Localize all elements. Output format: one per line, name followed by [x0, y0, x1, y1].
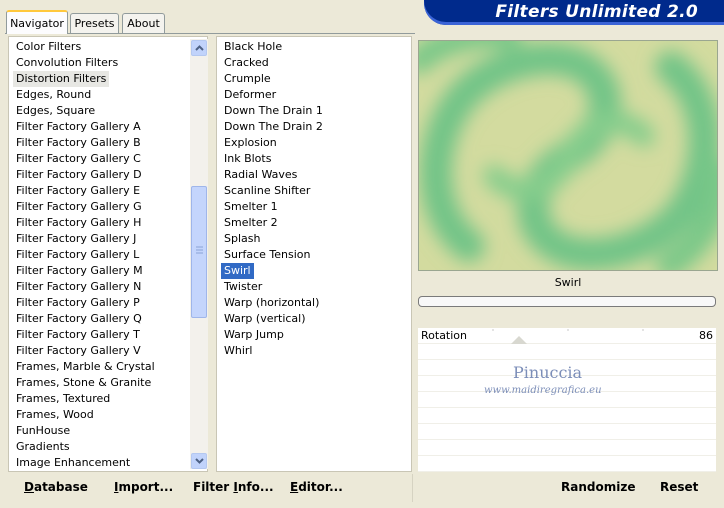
grip-icon — [196, 246, 203, 254]
filter-item[interactable]: Warp (horizontal) — [221, 295, 322, 311]
category-item[interactable]: Filter Factory Gallery H — [13, 215, 144, 231]
category-item[interactable]: Frames, Textured — [13, 391, 113, 407]
category-item[interactable]: Filter Factory Gallery D — [13, 167, 145, 183]
category-item[interactable]: Filter Factory Gallery J — [13, 231, 139, 247]
filter-item[interactable]: Explosion — [221, 135, 280, 151]
category-item[interactable]: Frames, Marble & Crystal — [13, 359, 158, 375]
category-item[interactable]: Filter Factory Gallery N — [13, 279, 144, 295]
preview-image — [418, 40, 718, 271]
chevron-down-icon[interactable] — [191, 453, 207, 469]
filter-item[interactable]: Black Hole — [221, 39, 285, 55]
filter-item[interactable]: Warp (vertical) — [221, 311, 309, 327]
watermark-name: Pinuccia — [513, 363, 583, 382]
parameter-row[interactable] — [418, 424, 716, 440]
title-banner: Filters Unlimited 2.0 — [424, 0, 724, 25]
category-item[interactable]: Filter Factory Gallery E — [13, 183, 143, 199]
filter-list[interactable]: Black Hole Cracked Crumple Deformer Down The… — [216, 36, 412, 472]
category-item[interactable]: Filter Factory Gallery Q — [13, 311, 145, 327]
filter-info-button[interactable]: Filter Info... — [193, 477, 274, 497]
category-item[interactable]: Distortion Filters — [13, 71, 110, 87]
tab-about[interactable]: About — [122, 13, 165, 33]
category-list[interactable]: Color Filters Convolution Filters Distorti… — [8, 36, 208, 472]
parameter-row[interactable] — [418, 344, 716, 360]
import-button[interactable]: Import... — [114, 477, 173, 497]
filter-item[interactable]: Down The Drain 2 — [221, 119, 326, 135]
tab-navigator[interactable]: Navigator — [6, 10, 68, 34]
filter-item[interactable]: Smelter 2 — [221, 215, 281, 231]
category-item[interactable]: Edges, Round — [13, 87, 94, 103]
watermark-url: www.maidiregrafica.eu — [484, 385, 602, 396]
category-item[interactable]: Filter Factory Gallery A — [13, 119, 144, 135]
category-scroll-thumb[interactable] — [191, 186, 207, 318]
filter-item[interactable]: Crumple — [221, 71, 274, 87]
randomize-button[interactable]: Randomize — [561, 477, 635, 497]
database-button[interactable]: Database — [24, 477, 88, 497]
parameter-row[interactable] — [418, 440, 716, 456]
filter-item[interactable]: Cracked — [221, 55, 272, 71]
category-item[interactable]: Filter Factory Gallery M — [13, 263, 146, 279]
category-item[interactable]: Filter Factory Gallery G — [13, 199, 145, 215]
filter-item[interactable]: Down The Drain 1 — [221, 103, 326, 119]
slider-track[interactable] — [418, 328, 716, 346]
filter-item[interactable]: Scanline Shifter — [221, 183, 313, 199]
app-title: Filters Unlimited 2.0 — [495, 2, 698, 22]
filter-item[interactable]: Whirl — [221, 343, 255, 359]
tab-presets[interactable]: Presets — [70, 13, 119, 33]
filter-item[interactable]: Deformer — [221, 87, 279, 103]
category-item[interactable]: Filter Factory Gallery P — [13, 295, 143, 311]
category-item[interactable]: Color Filters — [13, 39, 84, 55]
filter-item[interactable]: Surface Tension — [221, 247, 313, 263]
reset-button[interactable]: Reset — [660, 477, 698, 497]
category-item[interactable]: FunHouse — [13, 423, 73, 439]
parameter-area[interactable]: Rotation 86 — [418, 328, 716, 472]
category-item[interactable]: Filter Factory Gallery V — [13, 343, 144, 359]
editor-button[interactable]: Editor... — [290, 477, 343, 497]
filter-item[interactable]: Twister — [221, 279, 265, 295]
category-item[interactable]: Filter Factory Gallery C — [13, 151, 144, 167]
parameter-row[interactable] — [418, 456, 716, 472]
category-item[interactable]: Edges, Square — [13, 103, 98, 119]
progress-bar — [418, 296, 716, 307]
filter-item[interactable]: Smelter 1 — [221, 199, 281, 215]
swirl-preview — [419, 41, 717, 270]
filter-item[interactable]: Swirl — [221, 263, 254, 279]
parameter-row[interactable] — [418, 408, 716, 424]
preview-filter-name: Swirl — [418, 272, 718, 294]
category-item[interactable]: Filter Factory Gallery T — [13, 327, 143, 343]
category-item[interactable]: Image Enhancement — [13, 455, 133, 471]
bottom-divider — [412, 474, 413, 502]
rotation-slider-thumb[interactable] — [511, 336, 528, 344]
filter-item[interactable]: Splash — [221, 231, 263, 247]
category-item[interactable]: Filter Factory Gallery L — [13, 247, 142, 263]
filter-item[interactable]: Ink Blots — [221, 151, 274, 167]
category-item[interactable]: Frames, Wood — [13, 407, 97, 423]
category-item[interactable]: Filter Factory Gallery B — [13, 135, 144, 151]
chevron-up-icon[interactable] — [191, 40, 207, 56]
category-item[interactable]: Frames, Stone & Granite — [13, 375, 154, 391]
category-item[interactable]: Convolution Filters — [13, 55, 121, 71]
filter-item[interactable]: Warp Jump — [221, 327, 287, 343]
category-item[interactable]: Gradients — [13, 439, 73, 455]
filter-item[interactable]: Radial Waves — [221, 167, 300, 183]
